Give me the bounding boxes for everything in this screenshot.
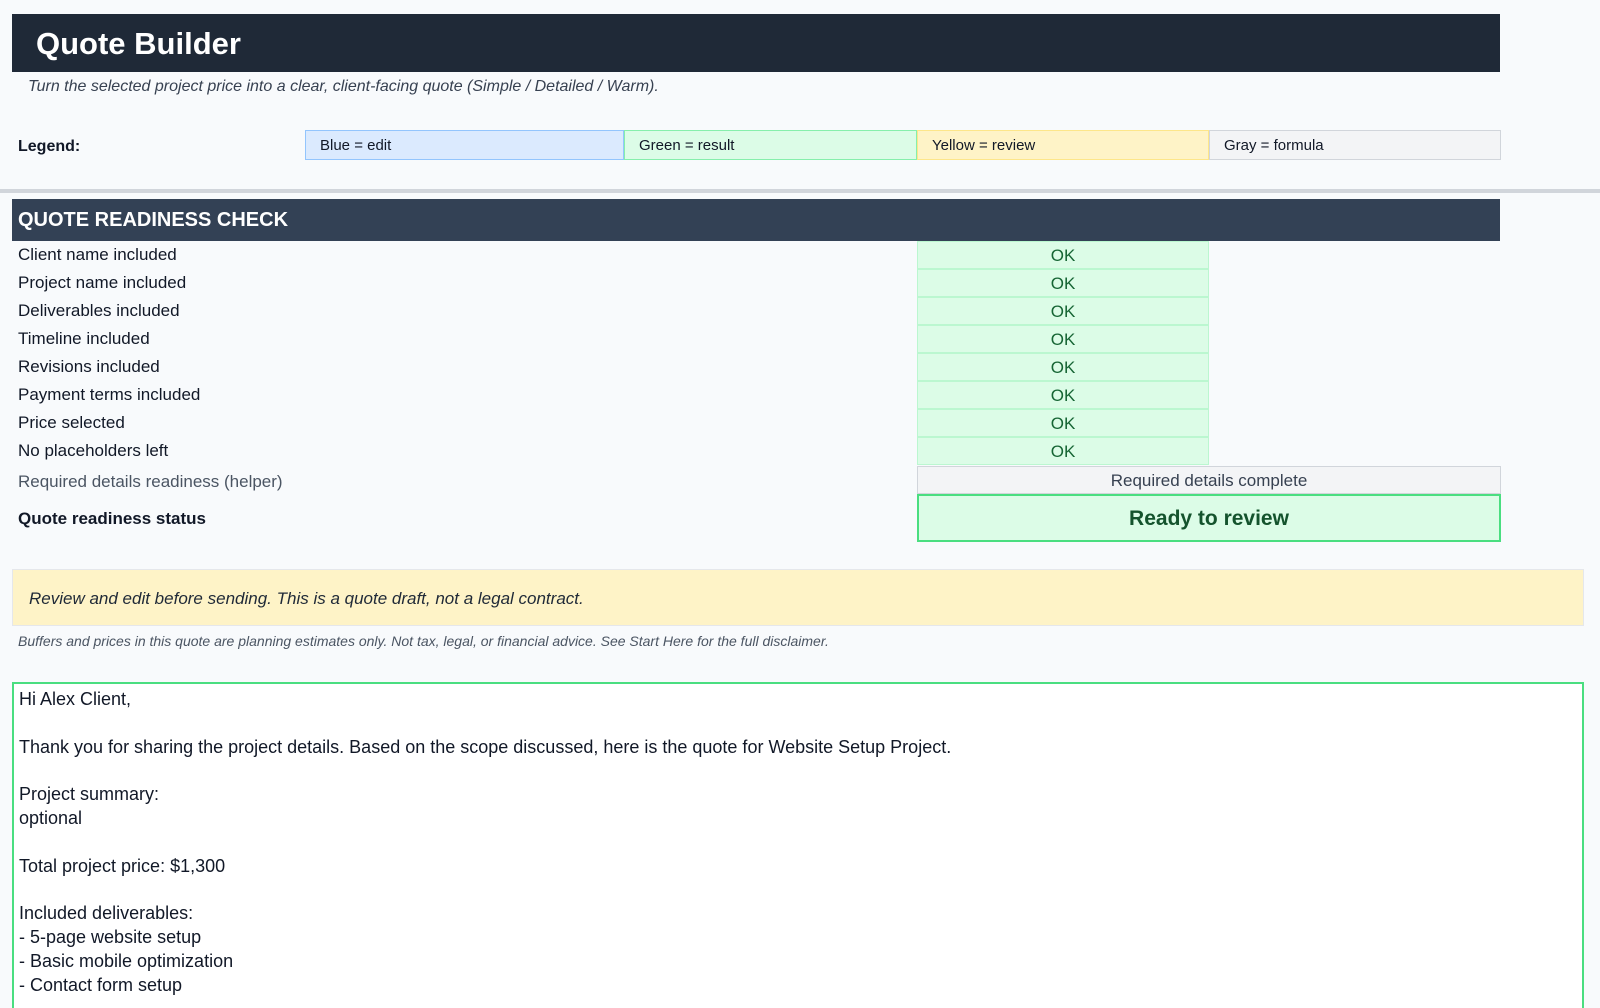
quote-line: Included deliverables:	[19, 903, 194, 924]
check-value[interactable]: OK	[917, 409, 1209, 437]
check-label: No placeholders left	[18, 441, 169, 460]
check-value[interactable]: OK	[917, 297, 1209, 325]
quote-line: Thank you for sharing the project detail…	[19, 736, 952, 757]
quote-line: Hi Alex Client,	[19, 689, 132, 709]
check-value[interactable]: OK	[917, 325, 1209, 353]
quote-line	[19, 831, 1582, 855]
check-label: Client name included	[18, 245, 177, 264]
legend-yellow[interactable]: Yellow = review	[917, 130, 1209, 160]
quote-builder-sheet: Quote Builder Turn the selected project …	[0, 0, 1600, 1008]
check-label: Revisions included	[18, 357, 160, 376]
check-value[interactable]: OK	[917, 269, 1209, 297]
quote-line: - Contact form setup	[19, 974, 183, 995]
check-row-project-name: Project name included OK	[0, 269, 1600, 297]
quote-line: - Basic mobile optimization	[19, 950, 234, 971]
check-label: Price selected	[18, 413, 125, 432]
check-value[interactable]: OK	[917, 353, 1209, 381]
check-value[interactable]: OK	[917, 437, 1209, 465]
page-title: Quote Builder	[12, 14, 1500, 72]
quote-line	[19, 878, 1582, 902]
readiness-section-header: QUOTE READINESS CHECK	[12, 199, 1500, 241]
status-label: Quote readiness status	[18, 509, 207, 528]
legend-label: Legend:	[18, 138, 81, 155]
quote-line	[19, 712, 1582, 736]
check-row-client-name: Client name included OK	[0, 241, 1600, 269]
section-divider	[0, 189, 1600, 193]
check-row-payment-terms: Payment terms included OK	[0, 381, 1600, 409]
quote-draft-cell[interactable]: Hi Alex Client, Thank you for sharing th…	[12, 682, 1584, 1008]
legend-gray[interactable]: Gray = formula	[1209, 130, 1501, 160]
check-row-revisions: Revisions included OK	[0, 353, 1600, 381]
check-label: Payment terms included	[18, 385, 201, 404]
check-row-deliverables: Deliverables included OK	[0, 297, 1600, 325]
check-row-no-placeholders: No placeholders left OK	[0, 437, 1600, 465]
check-label: Deliverables included	[18, 301, 180, 320]
legend-green[interactable]: Green = result	[624, 130, 917, 160]
quote-line: Project summary:	[19, 784, 160, 805]
page-subtitle: Turn the selected project price into a c…	[28, 78, 659, 95]
review-banner: Review and edit before sending. This is …	[12, 569, 1584, 626]
helper-label: Required details readiness (helper)	[18, 472, 283, 491]
check-label: Timeline included	[18, 329, 150, 348]
check-value[interactable]: OK	[917, 241, 1209, 269]
check-row-timeline: Timeline included OK	[0, 325, 1600, 353]
check-label: Project name included	[18, 273, 187, 292]
check-value[interactable]: OK	[917, 381, 1209, 409]
quote-line: optional	[19, 807, 83, 828]
disclaimer-text: Buffers and prices in this quote are pla…	[18, 633, 829, 649]
status-badge[interactable]: Ready to review	[917, 494, 1501, 542]
legend-blue[interactable]: Blue = edit	[305, 130, 624, 160]
quote-line: Total project price: $1,300	[19, 855, 226, 876]
quote-line	[19, 759, 1582, 783]
helper-value[interactable]: Required details complete	[917, 466, 1501, 494]
quote-line: - 5-page website setup	[19, 926, 202, 947]
check-row-price-selected: Price selected OK	[0, 409, 1600, 437]
